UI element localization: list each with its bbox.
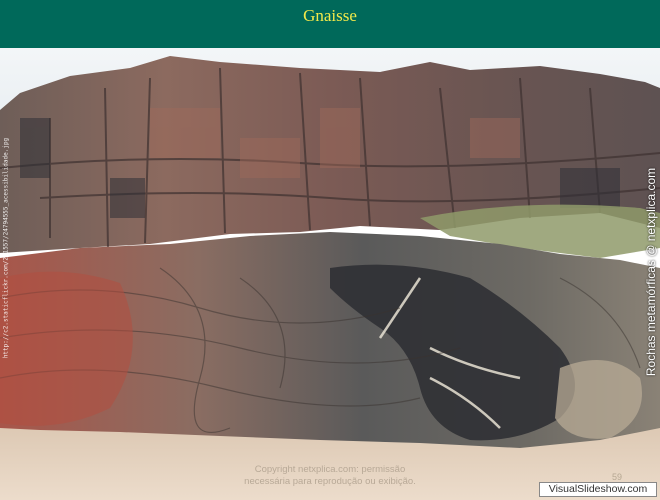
side-credit: Rochas metamórficas @ netxplica.com bbox=[644, 167, 658, 377]
watermark-link[interactable]: VisualSlideshow.com bbox=[539, 482, 657, 497]
copyright-line-1: Copyright netxplica.com: permissão bbox=[254, 464, 406, 475]
gneiss-rock-photo bbox=[0, 48, 660, 500]
copyright-notice: Copyright netxplica.com: permissão neces… bbox=[230, 464, 430, 488]
page-number: 59 bbox=[612, 472, 623, 482]
copyright-line-2: necessária para reprodução ou exibição. bbox=[244, 476, 416, 487]
image-source-url: http://c2.staticflickr.com/2/1557/247945… bbox=[2, 137, 10, 359]
slide-title: Gnaisse bbox=[303, 6, 357, 25]
